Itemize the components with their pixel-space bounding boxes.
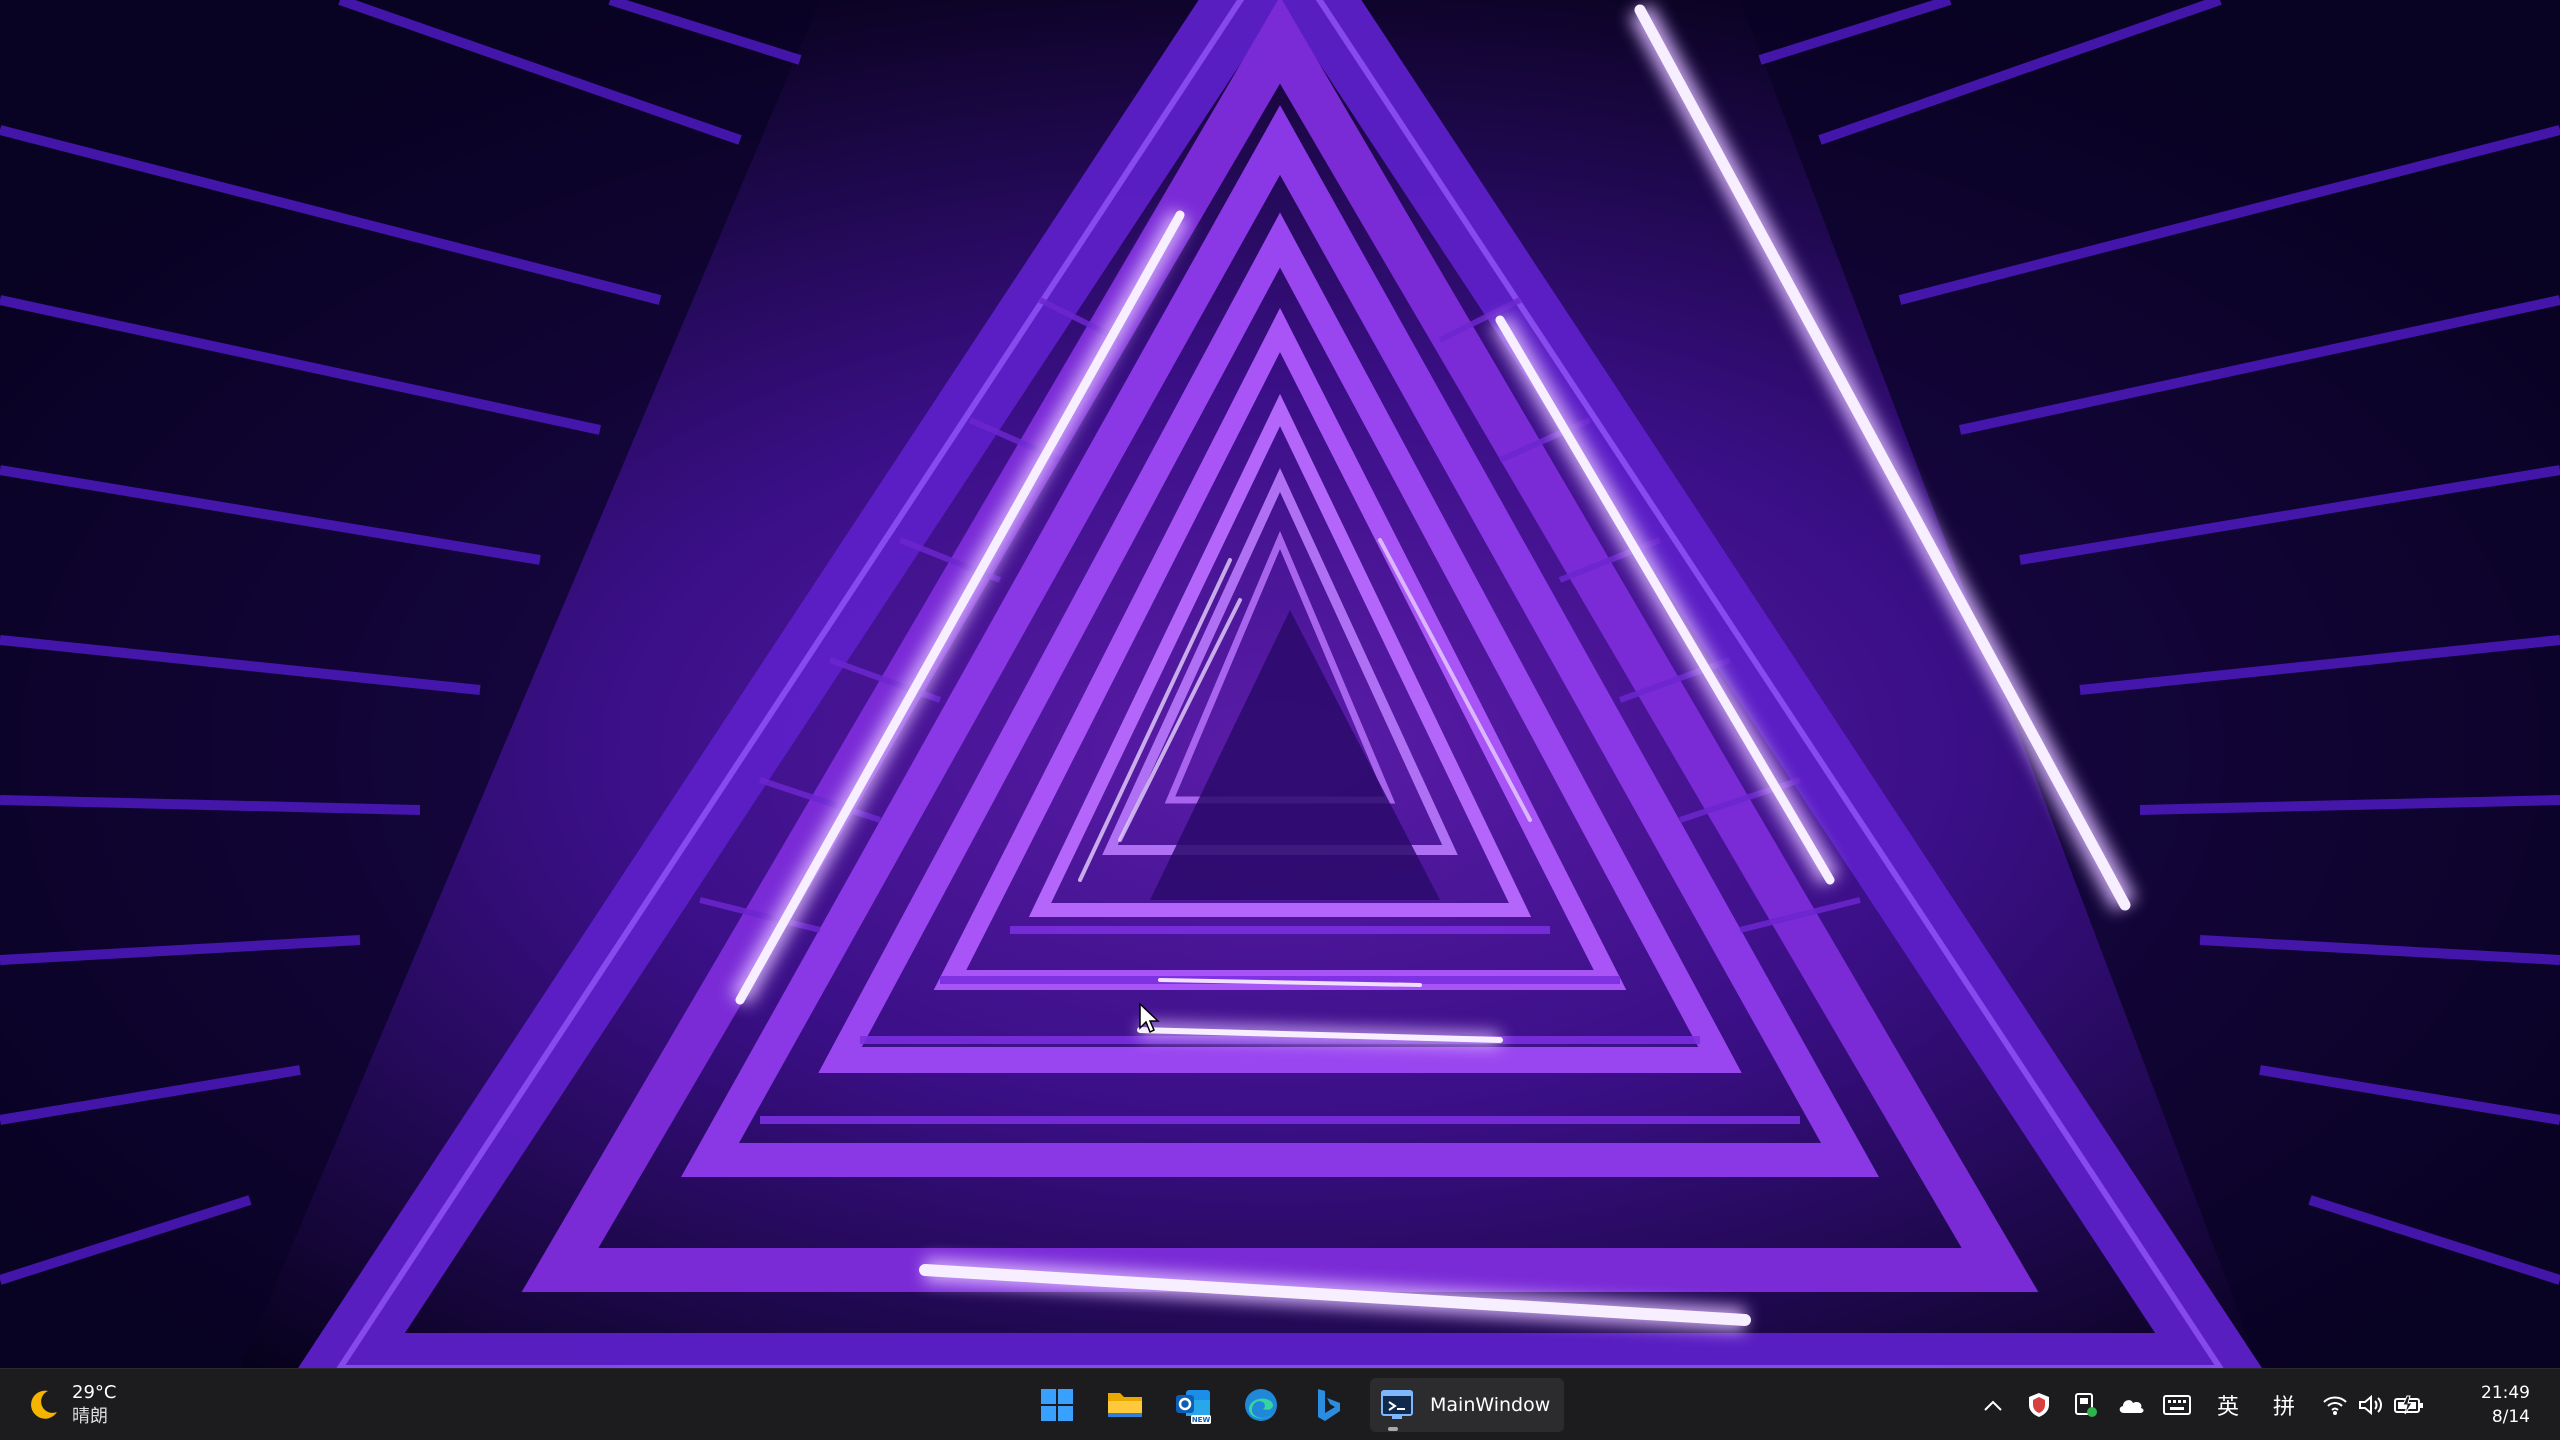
edge-button[interactable] xyxy=(1234,1378,1288,1432)
battery-icon xyxy=(2394,1395,2423,1415)
ime-mode-button[interactable]: 拼 xyxy=(2256,1389,2312,1421)
ime-language-button[interactable]: 英 xyxy=(2200,1389,2256,1421)
taskbar-apps: NEW MainWindow xyxy=(1030,1377,1565,1433)
running-window-title: MainWindow xyxy=(1430,1394,1551,1416)
outlook-new-badge: NEW xyxy=(1192,1416,1211,1424)
show-hidden-icons-button[interactable] xyxy=(1970,1382,2016,1428)
start-button[interactable] xyxy=(1030,1378,1084,1432)
clock-time: 21:49 xyxy=(2481,1383,2530,1403)
moon-icon xyxy=(31,1390,57,1419)
device-sync-icon xyxy=(2075,1393,2097,1417)
quick-settings-button[interactable] xyxy=(2312,1382,2434,1428)
outlook-new-button[interactable]: NEW xyxy=(1166,1378,1220,1432)
clock-date: 8/14 xyxy=(2491,1407,2530,1427)
bing-button[interactable] xyxy=(1302,1378,1356,1432)
onedrive-cloud-icon xyxy=(2119,1400,2144,1413)
security-tray-button[interactable] xyxy=(2016,1382,2062,1428)
wallpaper-graphic xyxy=(0,0,2560,1368)
weather-widget[interactable]: 29°C 晴朗 xyxy=(26,1379,116,1431)
security-shield-icon xyxy=(2029,1393,2049,1417)
edge-icon xyxy=(1245,1389,1277,1421)
touch-keyboard-button[interactable] xyxy=(2154,1382,2200,1428)
weather-temperature: 29°C xyxy=(72,1382,117,1403)
running-window-mainwindow[interactable]: MainWindow xyxy=(1370,1378,1565,1432)
outlook-icon: NEW xyxy=(1176,1390,1211,1424)
file-explorer-button[interactable] xyxy=(1098,1378,1152,1432)
app-window-icon xyxy=(1381,1390,1413,1419)
mouse-pointer-icon xyxy=(1139,1003,1160,1034)
folder-icon xyxy=(1108,1393,1142,1417)
weather-condition: 晴朗 xyxy=(72,1406,108,1427)
chevron-up-icon xyxy=(1984,1400,2002,1411)
weather-text: 29°C 晴朗 xyxy=(72,1381,116,1429)
windows-logo-icon xyxy=(1041,1389,1073,1421)
onedrive-tray-button[interactable] xyxy=(2108,1382,2154,1428)
desktop-wallpaper xyxy=(0,0,2560,1368)
wifi-icon xyxy=(2323,1396,2347,1415)
device-sync-tray-button[interactable] xyxy=(2062,1382,2108,1428)
system-tray: 英 拼 21:49 8/14 xyxy=(1970,1369,2560,1441)
running-indicator xyxy=(1388,1427,1398,1431)
bing-icon xyxy=(1318,1389,1340,1421)
volume-icon xyxy=(2359,1394,2382,1416)
keyboard-icon xyxy=(2163,1395,2191,1415)
taskbar: 29°C 晴朗 NEW MainWindow 英 拼 21:49 8/14 xyxy=(0,1368,2560,1440)
clock-button[interactable]: 21:49 8/14 xyxy=(2434,1381,2560,1429)
